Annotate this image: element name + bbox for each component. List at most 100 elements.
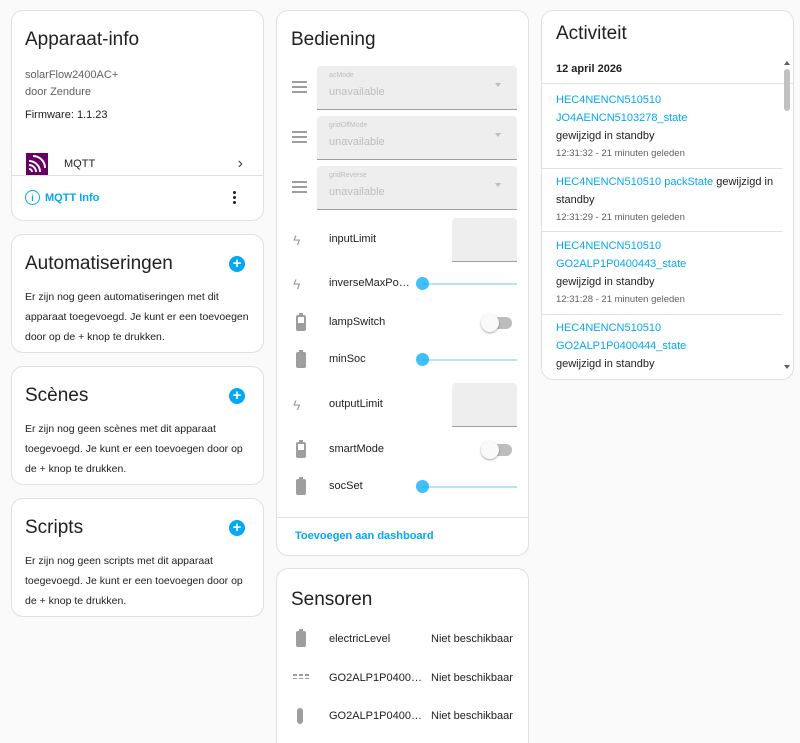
switch-icon (293, 313, 309, 331)
firmware-version: Firmware: 1.1.23 (25, 109, 108, 121)
device-manufacturer: door Zendure (25, 86, 92, 98)
format-list-icon (292, 131, 307, 146)
add-automation-icon[interactable]: + (229, 256, 245, 272)
inversemaxpower-label: inverseMaxPo… (329, 277, 410, 289)
add-to-dashboard-button[interactable]: Toevoegen aan dashboard (295, 530, 434, 542)
scenes-title: Scènes (25, 385, 89, 406)
event-action: gewijzigd in standby (556, 130, 655, 142)
select-gridreverse-row: gridReverse unavailable (277, 166, 528, 210)
select-value: unavailable (329, 136, 385, 148)
divider (542, 83, 793, 84)
sensor-row[interactable]: GO2ALP1P04004… Niet beschikbaar (277, 701, 528, 731)
chevron-right-icon: › (237, 155, 243, 172)
scenes-empty-text: Er zijn nog geen scènes met dit apparaat… (25, 423, 243, 475)
flash-icon: ϟ (293, 397, 301, 413)
battery-icon (293, 477, 309, 495)
select-label: acMode (329, 72, 354, 79)
sensor-name: GO2ALP1P04004… (329, 710, 426, 722)
activity-date: 12 april 2026 (556, 63, 623, 75)
scroll-up-icon[interactable] (784, 61, 790, 65)
scripts-card: Scripts + Er zijn nog geen scripts met d… (11, 498, 264, 617)
add-script-icon[interactable]: + (229, 520, 245, 536)
slider-thumb[interactable] (416, 353, 429, 366)
select-label: gridOffMode (329, 122, 368, 129)
divider (542, 231, 782, 232)
event-entity-link[interactable]: HEC4NENCN510510 GO2ALP1P0400444_state (556, 319, 781, 355)
divider (12, 175, 263, 176)
slider-thumb[interactable] (416, 277, 429, 290)
activity-card: Activiteit 12 april 2026 HEC4NENCN510510… (541, 10, 794, 380)
activity-event: HEC4NENCN510510 GO2ALP1P0400444_state ge… (556, 319, 781, 373)
lampswitch-toggle[interactable] (481, 314, 512, 332)
event-entity-link[interactable]: HEC4NENCN510510 GO2ALP1P0400443_state (556, 237, 781, 273)
gridoffmode-select[interactable]: gridOffMode unavailable (317, 116, 517, 160)
select-gridoffmode-row: gridOffMode unavailable (277, 116, 528, 160)
controls-title: Bediening (291, 29, 376, 50)
minsoc-slider[interactable] (416, 353, 517, 366)
event-entity-link[interactable]: HEC4NENCN510510 packState (556, 176, 713, 188)
scenes-card: Scènes + Er zijn nog geen scènes met dit… (11, 366, 264, 485)
controls-card: Bediening acMode unavailable gridOffMode… (276, 10, 529, 556)
mqtt-info-button[interactable]: i MQTT Info (25, 190, 99, 205)
flash-icon: ϟ (293, 276, 301, 292)
dropdown-arrow-icon (495, 183, 501, 187)
select-value: unavailable (329, 86, 385, 98)
add-scene-icon[interactable]: + (229, 388, 245, 404)
thermometer-icon (293, 708, 303, 724)
socset-label: socSet (329, 480, 363, 492)
minsoc-row: minSoc (277, 338, 528, 382)
outputlimit-label: outputLimit (329, 398, 383, 410)
scrollbar-thumb[interactable] (784, 69, 790, 111)
divider (542, 168, 782, 169)
scroll-down-icon[interactable] (784, 365, 790, 369)
mqtt-label: MQTT (64, 158, 96, 170)
inputlimit-row: ϟ inputLimit (277, 218, 528, 262)
inversemaxpower-row: ϟ inverseMaxPo… (277, 262, 528, 306)
device-info-card: Apparaat-info solarFlow2400AC+ door Zend… (11, 10, 264, 221)
sensor-row[interactable]: GO2ALP1P04004… Niet beschikbaar (277, 663, 528, 693)
more-options-icon[interactable] (233, 191, 237, 206)
sensor-row[interactable]: electricLevel Niet beschikbaar (277, 624, 528, 654)
automations-card: Automatiseringen + Er zijn nog geen auto… (11, 234, 264, 353)
select-value: unavailable (329, 186, 385, 198)
acmode-select[interactable]: acMode unavailable (317, 66, 517, 110)
activity-scrollbar[interactable] (784, 61, 790, 379)
event-action: gewijzigd in standby (556, 358, 655, 370)
activity-event: HEC4NENCN510510 JO4AENCN5103278_state ge… (556, 91, 781, 163)
smartmode-toggle[interactable] (481, 441, 512, 459)
select-acmode-row: acMode unavailable (277, 66, 528, 110)
event-time: 12:31:28 - 21 minuten geleden (556, 294, 685, 305)
outputlimit-number-input[interactable] (452, 383, 517, 427)
slider-thumb[interactable] (416, 480, 429, 493)
activity-title: Activiteit (556, 23, 627, 44)
socset-row: socSet (277, 465, 528, 509)
activity-event: HEC4NENCN510510 packState gewijzigd in s… (556, 173, 781, 227)
mqtt-integration-row[interactable]: MQTT › (12, 143, 263, 183)
inputlimit-number-input[interactable] (452, 218, 517, 262)
device-model: solarFlow2400AC+ (25, 69, 119, 81)
event-action: gewijzigd in standby (556, 276, 655, 288)
sensor-value: Niet beschikbaar (431, 672, 513, 684)
scripts-empty-text: Er zijn nog geen scripts met dit apparaa… (25, 555, 243, 607)
device-info-title: Apparaat-info (25, 29, 140, 50)
lampswitch-label: lampSwitch (329, 316, 386, 328)
outputlimit-row: ϟ outputLimit (277, 383, 528, 427)
gridreverse-select[interactable]: gridReverse unavailable (317, 166, 517, 210)
sensor-value: Niet beschikbaar (431, 633, 513, 645)
sensors-card: Sensoren electricLevel Niet beschikbaar … (276, 568, 529, 743)
switch-icon (293, 440, 309, 458)
automations-empty-text: Er zijn nog geen automatiseringen met di… (25, 291, 249, 343)
sensor-name: electricLevel (329, 633, 391, 645)
dropdown-arrow-icon (495, 83, 501, 87)
sensors-title: Sensoren (291, 589, 373, 610)
inputlimit-label: inputLimit (329, 233, 377, 245)
flash-icon: ϟ (293, 232, 301, 248)
socset-slider[interactable] (416, 480, 517, 493)
device-model-info: solarFlow2400AC+ door Zendure (25, 67, 118, 101)
divider (542, 314, 782, 315)
sensor-value: Niet beschikbaar (431, 710, 513, 722)
event-entity-link[interactable]: HEC4NENCN510510 JO4AENCN5103278_state (556, 91, 781, 127)
dropdown-arrow-icon (495, 133, 501, 137)
minsoc-label: minSoc (329, 353, 366, 365)
inversemaxpower-slider[interactable] (416, 277, 517, 290)
